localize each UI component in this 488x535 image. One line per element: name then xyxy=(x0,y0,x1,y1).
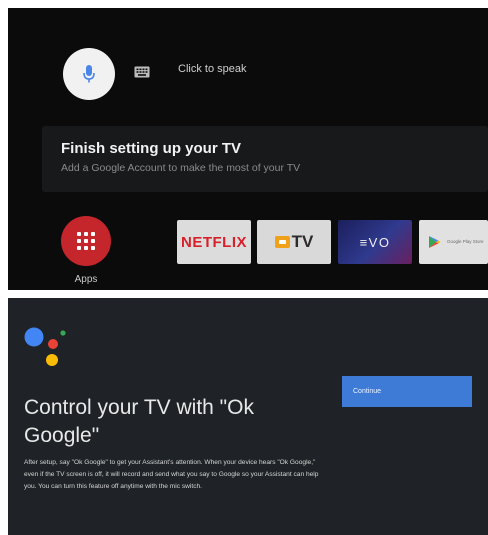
apps-label: Apps xyxy=(74,274,98,285)
apps-button[interactable] xyxy=(61,216,111,266)
click-to-speak-label: Click to speak xyxy=(178,63,247,75)
continue-button[interactable]: Continue xyxy=(342,376,472,407)
google-play-store-tile[interactable]: Google Play Store xyxy=(419,220,488,264)
voice-search-button[interactable] xyxy=(63,48,115,100)
assistant-description: After setup, say "Ok Google" to get your… xyxy=(24,458,319,490)
tv-logo-icon: TV xyxy=(274,232,314,252)
evo-logo-text: ≡VO xyxy=(359,234,391,250)
finish-setup-card[interactable]: Finish setting up your TV Add a Google A… xyxy=(42,126,488,192)
apps-grid-icon xyxy=(77,232,95,250)
assistant-setup-screen: Control your TV with "Ok Google" After s… xyxy=(8,298,488,535)
setup-card-subtitle: Add a Google Account to make the most of… xyxy=(61,162,301,174)
keyboard-icon[interactable] xyxy=(134,66,150,78)
mic-icon xyxy=(83,65,95,83)
tv-app-tile[interactable]: TV xyxy=(257,220,331,264)
netflix-app-tile[interactable]: NETFLIX xyxy=(177,220,251,264)
google-play-store-icon xyxy=(429,236,441,248)
tv-home-screen: Click to speak Finish setting up your TV… xyxy=(8,8,488,290)
google-assistant-dots-icon xyxy=(24,327,66,366)
setup-card-title: Finish setting up your TV xyxy=(61,140,241,157)
play-store-label: Google Play Store xyxy=(447,239,484,244)
netflix-logo-text: NETFLIX xyxy=(181,233,247,251)
evo-app-tile[interactable]: ≡VO xyxy=(338,220,412,264)
assistant-title: Control your TV with "Ok Google" xyxy=(24,396,254,448)
tv-logo-text: TV xyxy=(291,232,314,251)
